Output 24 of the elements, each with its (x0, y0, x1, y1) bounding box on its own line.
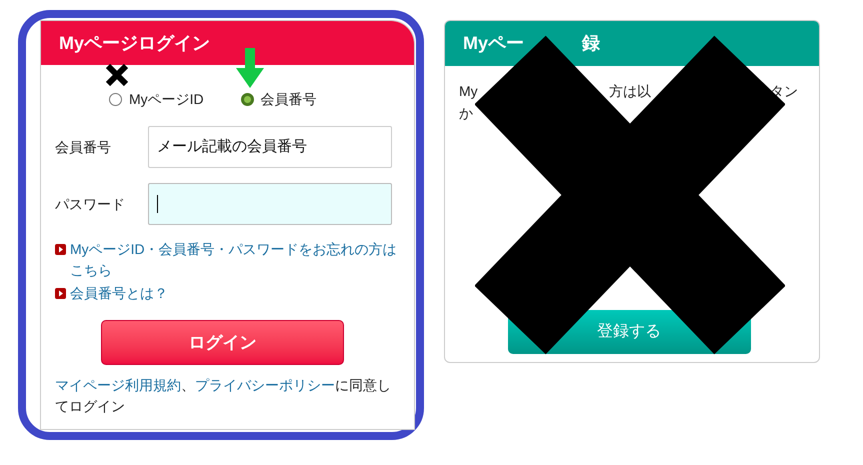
field-label: 会員番号 (55, 138, 112, 156)
field-label: パスワード (55, 194, 126, 214)
play-icon (55, 288, 66, 299)
help-link[interactable]: MyページID・会員番号・パスワードをお忘れの方はこちら (70, 239, 400, 281)
policy-link[interactable]: プライバシーポリシー (195, 377, 335, 393)
radio-label: 会員番号 (260, 90, 317, 109)
play-icon (55, 244, 66, 255)
radio-button[interactable] (109, 93, 122, 106)
input-field[interactable]: メール記載の会員番号 (148, 126, 392, 168)
card-title: 録 (582, 32, 600, 55)
description-text: 方は以 (609, 82, 651, 101)
policy-link[interactable]: マイページ利用規約 (55, 377, 181, 393)
card-title: Myペー (463, 32, 524, 55)
description-text: My (459, 82, 478, 101)
radio-label: MyページID (129, 90, 204, 109)
radio-button[interactable] (240, 93, 254, 106)
agreement-text: マイページ利用規約、プライバシーポリシーに同意してログイン (54, 376, 392, 416)
description-text: か (459, 104, 473, 123)
input-field[interactable] (148, 183, 392, 225)
card-title: Myページログイン (59, 32, 210, 55)
down-arrow-icon (236, 48, 264, 88)
help-link[interactable]: 会員番号とは？ (70, 283, 168, 304)
cross-icon (105, 63, 129, 87)
login-button[interactable]: ログイン (101, 320, 344, 365)
